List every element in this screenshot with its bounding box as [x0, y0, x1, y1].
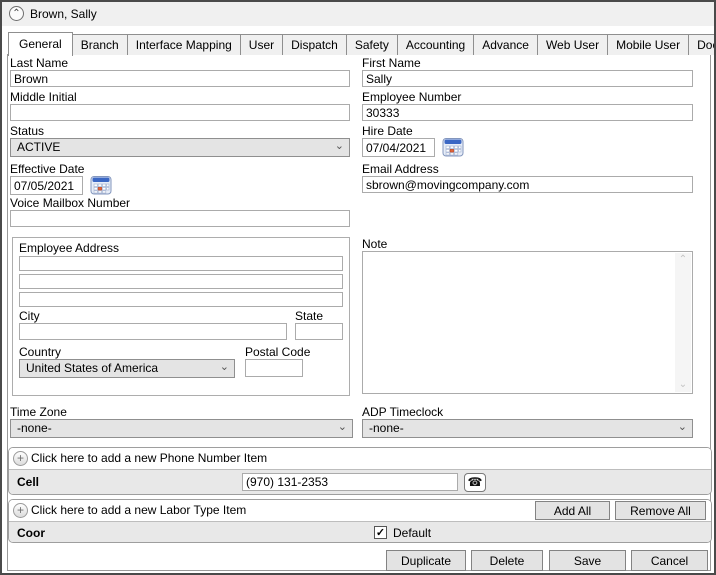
labor-type-name: Coor: [17, 526, 45, 540]
middle-initial-label: Middle Initial: [10, 90, 77, 104]
page-title: Brown, Sally: [30, 7, 97, 21]
hire-date-calendar-icon[interactable]: [442, 137, 464, 157]
adp-timeclock-label: ADP Timeclock: [362, 405, 444, 419]
effective-date-label: Effective Date: [10, 162, 85, 176]
tab-safety[interactable]: Safety: [345, 34, 398, 55]
hire-date-label: Hire Date: [362, 124, 413, 138]
last-name-field[interactable]: [10, 70, 350, 87]
status-label: Status: [10, 124, 45, 138]
postal-code-label: Postal Code: [245, 345, 311, 359]
city-label: City: [19, 309, 40, 323]
plus-icon: +: [13, 503, 28, 518]
country-dropdown[interactable]: United States of America ⌄: [19, 359, 235, 378]
tab-strip: General Branch Interface Mapping User Di…: [8, 31, 714, 56]
chevron-down-icon: ⌄: [334, 140, 344, 152]
labor-type-section: + Click here to add a new Labor Type Ite…: [8, 499, 712, 543]
tab-documents[interactable]: Documents: [688, 34, 714, 55]
note-field[interactable]: ⌃ ⌄: [362, 251, 693, 394]
first-name-field[interactable]: [362, 70, 693, 87]
add-phone-number-prompt: Click here to add a new Phone Number Ite…: [31, 451, 268, 465]
scroll-down-icon[interactable]: ⌄: [675, 378, 691, 392]
employee-number-label: Employee Number: [362, 90, 462, 104]
status-value: ACTIVE: [17, 140, 61, 154]
first-name-label: First Name: [362, 56, 421, 70]
time-zone-dropdown[interactable]: -none- ⌄: [10, 419, 353, 438]
employee-number-field[interactable]: [362, 104, 693, 121]
default-checkbox-label: Default: [393, 526, 432, 540]
checkmark-icon: ✓: [375, 527, 386, 539]
chevron-down-icon: ⌄: [219, 361, 229, 373]
state-field[interactable]: [295, 323, 343, 340]
chevron-down-icon: ⌄: [337, 421, 347, 433]
time-zone-label: Time Zone: [10, 405, 67, 419]
effective-date-calendar-icon[interactable]: [90, 175, 112, 195]
tab-accounting[interactable]: Accounting: [396, 34, 475, 55]
tab-web-user[interactable]: Web User: [536, 34, 609, 55]
tab-mobile-user[interactable]: Mobile User: [607, 34, 690, 55]
duplicate-button[interactable]: Duplicate: [386, 550, 466, 571]
postal-code-field[interactable]: [245, 359, 303, 377]
cancel-button[interactable]: Cancel: [631, 550, 708, 571]
address-line2-field[interactable]: [19, 274, 343, 289]
delete-button[interactable]: Delete: [471, 550, 543, 571]
tab-advance[interactable]: Advance: [473, 34, 538, 55]
note-scrollbar[interactable]: ⌃ ⌄: [675, 253, 691, 392]
phone-type-label: Cell: [17, 475, 40, 489]
address-line3-field[interactable]: [19, 292, 343, 307]
city-field[interactable]: [19, 323, 287, 340]
effective-date-field[interactable]: [10, 176, 83, 195]
chevron-down-icon: ⌄: [677, 421, 687, 433]
default-checkbox[interactable]: ✓: [374, 526, 387, 539]
tab-interface-mapping[interactable]: Interface Mapping: [126, 34, 241, 55]
scroll-up-icon[interactable]: ⌃: [675, 253, 691, 267]
state-label: State: [295, 309, 324, 323]
plus-icon: +: [13, 451, 28, 466]
add-labor-type-prompt: Click here to add a new Labor Type Item: [31, 503, 247, 517]
add-phone-number-row[interactable]: + Click here to add a new Phone Number I…: [9, 448, 711, 469]
employee-form-window: ⌃ Brown, Sally General Branch Interface …: [0, 0, 716, 575]
email-field[interactable]: [362, 176, 693, 193]
tab-dispatch[interactable]: Dispatch: [282, 34, 347, 55]
phone-number-field[interactable]: [242, 473, 458, 491]
phone-item-row: Cell ☎: [9, 469, 711, 494]
adp-timeclock-dropdown[interactable]: -none- ⌄: [362, 419, 693, 438]
note-label: Note: [362, 237, 388, 251]
dial-button[interactable]: ☎: [464, 473, 486, 492]
phone-number-section: + Click here to add a new Phone Number I…: [8, 447, 712, 495]
chevron-up-icon: ⌃: [12, 8, 21, 19]
time-zone-value: -none-: [17, 421, 52, 435]
middle-initial-field[interactable]: [10, 104, 350, 121]
status-dropdown[interactable]: ACTIVE ⌄: [10, 138, 350, 157]
address-line1-field[interactable]: [19, 256, 343, 271]
hire-date-field[interactable]: [362, 138, 435, 157]
remove-all-button[interactable]: Remove All: [615, 501, 706, 520]
voice-mailbox-field[interactable]: [10, 210, 350, 227]
employee-address-label: Employee Address: [19, 241, 120, 255]
country-value: United States of America: [26, 361, 159, 375]
tab-user[interactable]: User: [239, 34, 284, 55]
add-labor-type-row[interactable]: + Click here to add a new Labor Type Ite…: [9, 500, 711, 521]
last-name-label: Last Name: [10, 56, 69, 70]
adp-timeclock-value: -none-: [369, 421, 404, 435]
add-all-button[interactable]: Add All: [535, 501, 610, 520]
collapse-button[interactable]: ⌃: [9, 6, 24, 21]
voice-mailbox-label: Voice Mailbox Number: [10, 196, 131, 210]
country-label: Country: [19, 345, 62, 359]
phone-icon: ☎: [467, 475, 483, 489]
tab-branch[interactable]: Branch: [71, 34, 128, 55]
labor-type-item-row: Coor ✓ Default: [9, 521, 711, 542]
titlebar: ⌃ Brown, Sally: [2, 2, 714, 26]
save-button[interactable]: Save: [549, 550, 626, 571]
tab-general[interactable]: General: [8, 32, 73, 56]
email-label: Email Address: [362, 162, 439, 176]
